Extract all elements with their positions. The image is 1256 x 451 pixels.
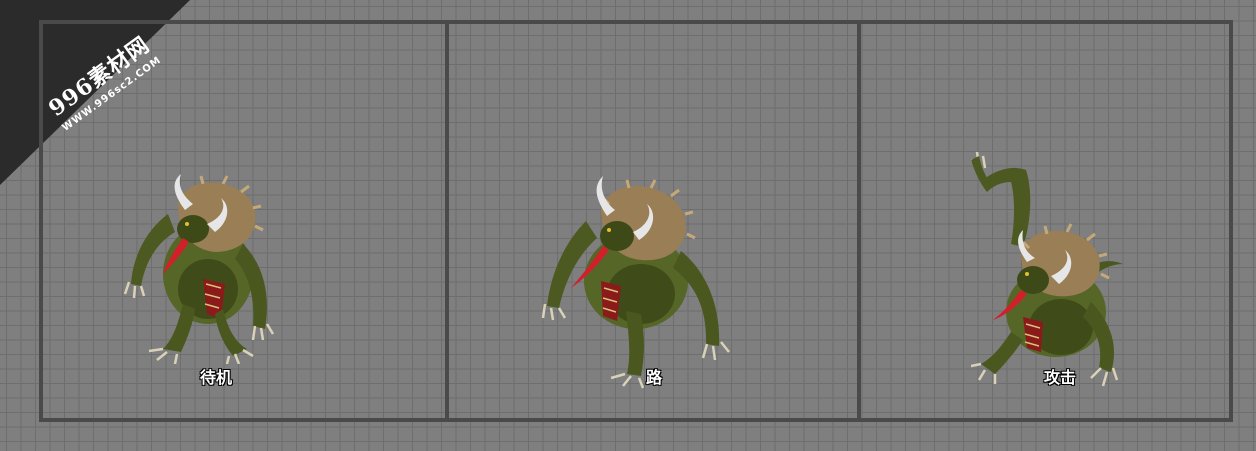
ox-demon-idle-sprite bbox=[123, 174, 275, 364]
panel-walk: 路 bbox=[449, 24, 857, 418]
panel-idle: 待机 bbox=[43, 24, 445, 418]
panel-attack: 攻击 bbox=[861, 24, 1229, 418]
ox-demon-attack-sprite bbox=[971, 152, 1123, 387]
panel-label-walk: 路 bbox=[645, 368, 662, 387]
panel-label-attack: 攻击 bbox=[1043, 368, 1076, 387]
panel-label-idle: 待机 bbox=[199, 368, 232, 387]
ox-demon-walk-sprite bbox=[541, 176, 730, 389]
